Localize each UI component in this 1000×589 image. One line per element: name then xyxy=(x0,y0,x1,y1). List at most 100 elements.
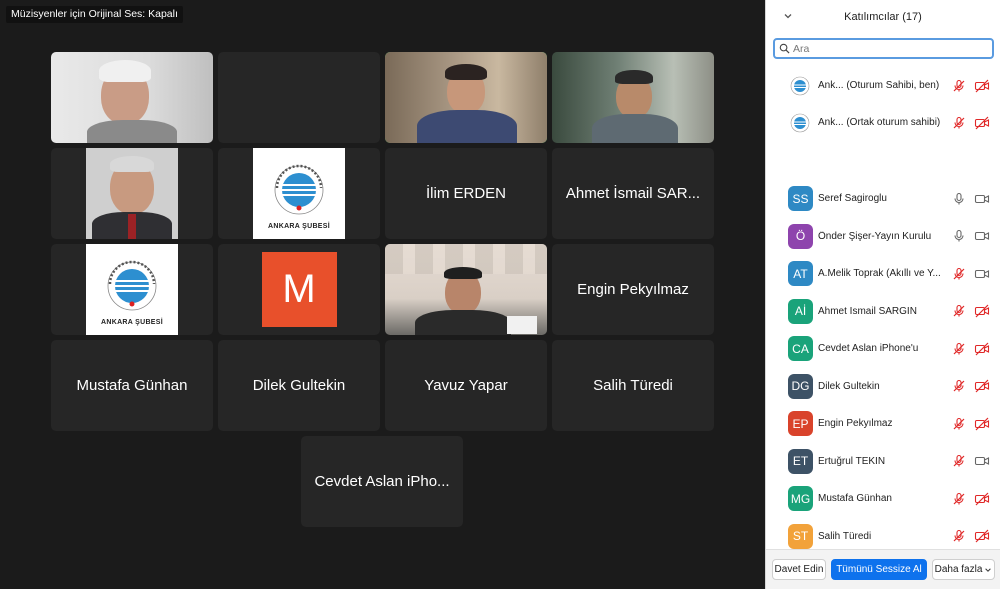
video-tile-participant-4[interactable] xyxy=(552,52,714,143)
search-input[interactable] xyxy=(793,42,983,55)
video-tile-chamber-logo-2[interactable]: ANKARA ŞUBESİ xyxy=(51,244,213,335)
video-tile-ahmet-ismail[interactable]: Ahmet İsmail SAR... xyxy=(552,148,714,239)
mute-all-button[interactable]: Tümünü Sessize Al xyxy=(831,559,927,580)
camera-icon[interactable] xyxy=(974,454,990,468)
participant-name: Dilek Gultekin xyxy=(818,380,880,392)
video-gallery: Müzisyenler için Orijinal Ses: Kapalı AN… xyxy=(0,0,765,589)
mic-muted-icon[interactable] xyxy=(952,529,966,543)
video-tile-chamber-logo[interactable]: ANKARA ŞUBESİ xyxy=(218,148,380,239)
mic-muted-icon[interactable] xyxy=(952,492,966,506)
participant-name: Seref Sagiroglu xyxy=(818,193,887,204)
video-tile-active-speaker[interactable] xyxy=(385,52,547,143)
chamber-logo: ANKARA ŞUBESİ xyxy=(253,148,345,239)
mic-muted-icon[interactable] xyxy=(952,342,966,356)
video-tile-participant-photo[interactable] xyxy=(51,148,213,239)
mic-muted-icon[interactable] xyxy=(952,116,966,130)
participant-avatar: CA xyxy=(788,336,813,361)
camera-icon[interactable] xyxy=(974,267,990,281)
participant-row[interactable]: AT A.Melik Toprak (Akıllı ve Y... xyxy=(766,255,1000,292)
participant-name: Önder Şişer-Yayın Kurulu xyxy=(818,230,932,242)
chamber-logo-avatar xyxy=(790,112,810,133)
more-button[interactable]: Daha fazla xyxy=(932,559,995,580)
participant-name: Ertuğrul TEKİN xyxy=(818,455,886,467)
participant-row[interactable]: SS Seref Sagiroglu xyxy=(766,180,1000,217)
chevron-down-icon[interactable] xyxy=(782,10,794,22)
participant-row[interactable]: ET Ertuğrul TEKİN xyxy=(766,443,1000,480)
camera-icon[interactable] xyxy=(974,192,990,206)
participant-row[interactable]: Ö Önder Şişer-Yayın Kurulu xyxy=(766,218,1000,255)
mic-muted-icon[interactable] xyxy=(952,79,966,93)
mic-icon[interactable] xyxy=(952,192,966,206)
camera-off-icon[interactable] xyxy=(974,79,990,93)
video-feed xyxy=(552,52,714,143)
mic-icon[interactable] xyxy=(952,229,966,243)
camera-off-icon[interactable] xyxy=(974,379,990,393)
panel-footer: Davet Edin Tümünü Sessize Al Daha fazla xyxy=(766,549,1000,589)
camera-off-icon[interactable] xyxy=(974,304,990,318)
video-tile-cevdet[interactable]: Cevdet Aslan iPho... xyxy=(301,436,463,527)
participant-avatar: ET xyxy=(788,448,813,474)
participant-name: Salih Türedi xyxy=(593,377,673,394)
camera-off-icon[interactable] xyxy=(974,116,990,130)
participant-avatar: MG xyxy=(788,486,813,511)
host-row[interactable]: Ank... (Ortak oturum sahibi) xyxy=(766,104,1000,141)
participant-row[interactable]: MG Mustafa Günhan xyxy=(766,480,1000,517)
mic-muted-icon[interactable] xyxy=(952,304,966,318)
panel-title: Katılımcılar (17) xyxy=(844,11,922,23)
video-tile-participant-video[interactable] xyxy=(385,244,547,335)
video-tile-yavuz[interactable]: Yavuz Yapar xyxy=(385,340,547,431)
search-icon xyxy=(779,43,790,54)
participant-name: İlim ERDEN xyxy=(425,185,506,202)
participant-name: Cevdet Aslan iPho... xyxy=(314,473,450,490)
participant-row[interactable]: Aİ Ahmet İsmail SARGIN xyxy=(766,293,1000,330)
camera-icon[interactable] xyxy=(974,229,990,243)
mic-muted-icon[interactable] xyxy=(952,267,966,281)
zoom-meeting-window: Müzisyenler için Orijinal Ses: Kapalı AN… xyxy=(0,0,1000,589)
chamber-logo: ANKARA ŞUBESİ xyxy=(86,244,178,335)
participant-avatar: Aİ xyxy=(788,298,813,324)
video-feed xyxy=(51,52,213,143)
participant-name: Ank... (Ortak oturum sahibi) xyxy=(818,117,941,128)
participant-name: Ank... (Oturum Sahibi, ben) xyxy=(818,80,940,91)
participant-name: A.Melik Toprak (Akıllı ve Y... xyxy=(818,268,941,279)
original-sound-status: Müzisyenler için Orijinal Ses: Kapalı xyxy=(6,6,183,23)
more-button-label: Daha fazla xyxy=(934,564,983,575)
profile-photo xyxy=(86,148,178,239)
participant-name: Mustafa Günhan xyxy=(818,493,892,504)
participants-panel: Katılımcılar (17) Ank... (Oturum Sahibi,… xyxy=(765,0,1000,589)
mic-muted-icon[interactable] xyxy=(952,379,966,393)
participant-name: Ahmet İsmail SAR... xyxy=(565,185,701,202)
chamber-logo-avatar xyxy=(790,75,810,96)
video-tile-dilek[interactable]: Dilek Gultekin xyxy=(218,340,380,431)
video-tile-m-avatar[interactable]: M xyxy=(218,244,380,335)
letter-avatar: M xyxy=(261,252,337,327)
search-box[interactable] xyxy=(773,38,994,59)
host-row[interactable]: Ank... (Oturum Sahibi, ben) xyxy=(766,67,1000,104)
participant-avatar: DG xyxy=(788,373,813,399)
participant-avatar: EP xyxy=(788,411,813,436)
participant-name: Salih Türedi xyxy=(818,530,872,542)
participant-avatar: Ö xyxy=(788,223,813,249)
participant-row[interactable]: DG Dilek Gultekin xyxy=(766,368,1000,405)
camera-off-icon[interactable] xyxy=(974,492,990,506)
video-tile-ilim-erden[interactable]: İlim ERDEN xyxy=(385,148,547,239)
video-tile-participant-1[interactable] xyxy=(51,52,213,143)
participant-name: Cevdet Aslan iPhone'u xyxy=(818,343,919,354)
video-tile-mustafa[interactable]: Mustafa Günhan xyxy=(51,340,213,431)
video-tile-salih[interactable]: Salih Türedi xyxy=(552,340,714,431)
participant-row[interactable]: EP Engin Pekyılmaz xyxy=(766,405,1000,442)
camera-off-icon[interactable] xyxy=(974,417,990,431)
participant-name: Ahmet İsmail SARGIN xyxy=(818,305,917,317)
camera-off-icon[interactable] xyxy=(974,342,990,356)
mic-muted-icon[interactable] xyxy=(952,454,966,468)
video-feed xyxy=(385,244,547,335)
video-tile-engin[interactable]: Engin Pekyılmaz xyxy=(552,244,714,335)
mic-muted-icon[interactable] xyxy=(952,417,966,431)
invite-button[interactable]: Davet Edin xyxy=(772,559,826,580)
video-tile-participant-2[interactable] xyxy=(218,52,380,143)
camera-off-icon[interactable] xyxy=(974,529,990,543)
participant-name: Engin Pekyılmaz xyxy=(818,418,893,429)
participant-row[interactable]: CA Cevdet Aslan iPhone'u xyxy=(766,330,1000,367)
participant-avatar: AT xyxy=(788,261,813,286)
participant-avatar: ST xyxy=(788,523,813,549)
